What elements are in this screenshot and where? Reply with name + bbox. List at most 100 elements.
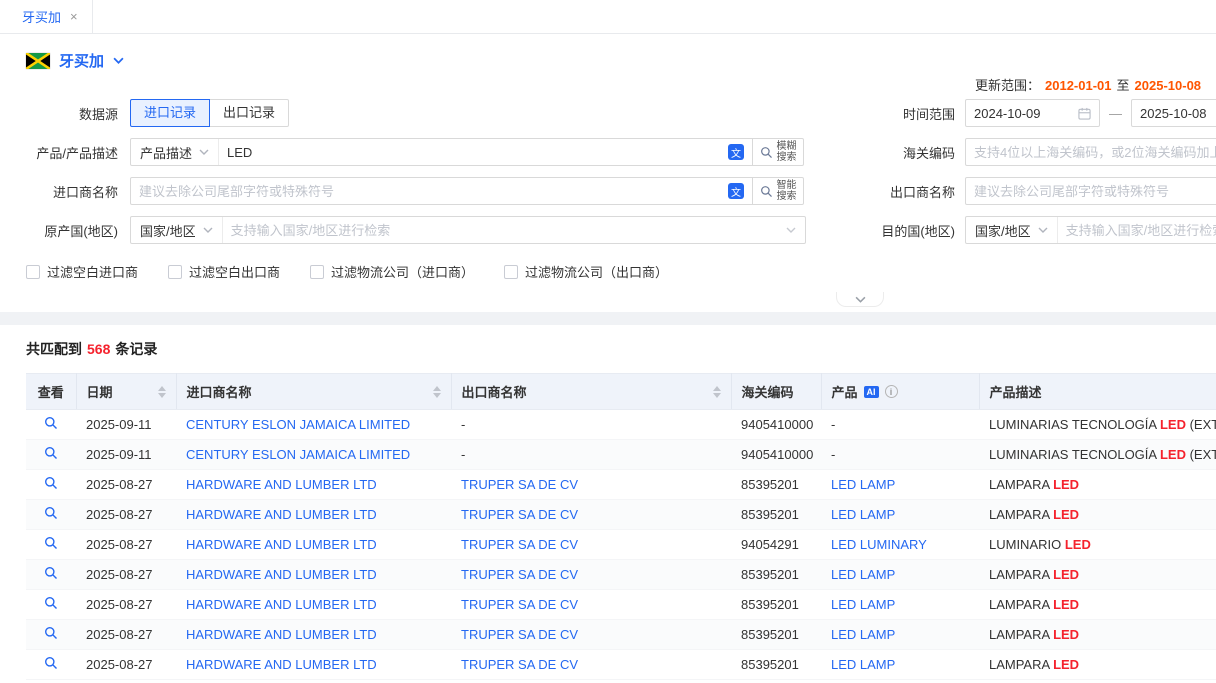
led-highlight: LED — [1160, 417, 1186, 432]
hs-code-cell: 85395201 — [731, 500, 821, 530]
table-row: 2025-08-27HARDWARE AND LUMBER LTDTRUPER … — [26, 470, 1216, 500]
magnifier-icon — [44, 478, 58, 493]
importer-link[interactable]: HARDWARE AND LUMBER LTD — [176, 470, 451, 500]
date-cell: 2025-09-11 — [76, 410, 176, 440]
data-source-label: 数据源 — [0, 104, 130, 123]
importer-link[interactable]: HARDWARE AND LUMBER LTD — [176, 650, 451, 680]
exporter-link[interactable]: TRUPER SA DE CV — [451, 590, 731, 620]
product-type-select[interactable]: 产品描述 — [131, 139, 219, 165]
checkbox-filter-logistics-exporter[interactable]: 过滤物流公司（出口商） — [504, 262, 668, 281]
ai-badge: AI — [864, 386, 879, 398]
hs-code-input[interactable] — [965, 138, 1216, 166]
date-end-input[interactable]: 2025-10-08 — [1131, 99, 1216, 127]
description-cell: LUMINARIAS TECNOLOGÍA LED (EXT — [979, 440, 1216, 470]
description-text: LUMINARIAS TECNOLOGÍA — [989, 417, 1160, 432]
view-detail-button[interactable] — [26, 410, 76, 440]
led-highlight: LED — [1053, 627, 1079, 642]
hs-code-cell: 85395201 — [731, 560, 821, 590]
importer-link[interactable]: HARDWARE AND LUMBER LTD — [176, 560, 451, 590]
view-detail-button[interactable] — [26, 470, 76, 500]
view-detail-button[interactable] — [26, 500, 76, 530]
tab-jamaica[interactable]: 牙买加 × — [8, 0, 93, 33]
table-row: 2025-08-27HARDWARE AND LUMBER LTDTRUPER … — [26, 560, 1216, 590]
collapse-panel-button[interactable] — [836, 292, 884, 307]
exporter-link[interactable]: TRUPER SA DE CV — [451, 560, 731, 590]
importer-link[interactable]: CENTURY ESLON JAMAICA LIMITED — [176, 440, 451, 470]
exporter-link[interactable]: TRUPER SA DE CV — [451, 500, 731, 530]
chevron-down-icon[interactable] — [786, 227, 805, 233]
view-detail-button[interactable] — [26, 440, 76, 470]
date-start-input[interactable]: 2024-10-09 — [965, 99, 1100, 127]
importer-link[interactable]: HARDWARE AND LUMBER LTD — [176, 620, 451, 650]
exporter-link[interactable]: TRUPER SA DE CV — [451, 650, 731, 680]
view-detail-button[interactable] — [26, 590, 76, 620]
checkbox-icon[interactable] — [504, 265, 518, 279]
led-highlight: LED — [1053, 657, 1079, 672]
date-cell: 2025-08-27 — [76, 500, 176, 530]
hs-code-cell: 85395201 — [731, 620, 821, 650]
col-importer[interactable]: 进口商名称 — [176, 374, 451, 410]
chevron-down-icon[interactable] — [113, 57, 124, 64]
view-detail-button[interactable] — [26, 650, 76, 680]
destination-country-select[interactable]: 国家/地区 — [966, 217, 1058, 243]
destination-select-value: 国家/地区 — [975, 221, 1031, 240]
search-form: 更新范围：2012-01-01至2025-10-08 数据源 进口记录 出口记录… — [0, 71, 1216, 307]
product-link[interactable]: LED LAMP — [821, 560, 979, 590]
exporter-name-input[interactable] — [965, 177, 1216, 205]
importer-name-input[interactable] — [131, 184, 728, 199]
table-row: 2025-08-27HARDWARE AND LUMBER LTDTRUPER … — [26, 650, 1216, 680]
product-link[interactable]: LED LAMP — [821, 500, 979, 530]
exporter-link[interactable]: TRUPER SA DE CV — [451, 470, 731, 500]
importer-link[interactable]: HARDWARE AND LUMBER LTD — [176, 500, 451, 530]
col-date[interactable]: 日期 — [76, 374, 176, 410]
date-separator: — — [1109, 106, 1122, 121]
importer-link[interactable]: HARDWARE AND LUMBER LTD — [176, 590, 451, 620]
date-start-value: 2024-10-09 — [974, 106, 1041, 121]
importer-link[interactable]: CENTURY ESLON JAMAICA LIMITED — [176, 410, 451, 440]
product-link[interactable]: LED LAMP — [821, 650, 979, 680]
magnifier-icon — [44, 598, 58, 613]
view-detail-button[interactable] — [26, 560, 76, 590]
product-search-input[interactable] — [219, 145, 728, 160]
product-link[interactable]: LED LUMINARY — [821, 530, 979, 560]
info-icon[interactable]: i — [885, 385, 898, 398]
checkbox-icon[interactable] — [310, 265, 324, 279]
import-records-tab[interactable]: 进口记录 — [130, 99, 210, 127]
hs-code-label: 海关编码 — [877, 143, 965, 162]
led-highlight: LED — [1053, 597, 1079, 612]
tab-close-icon[interactable]: × — [70, 10, 78, 23]
sort-icon[interactable] — [713, 386, 721, 398]
sort-icon[interactable] — [158, 386, 166, 398]
view-detail-button[interactable] — [26, 530, 76, 560]
magnifier-icon — [44, 418, 58, 433]
led-highlight: LED — [1065, 537, 1091, 552]
smart-search-button[interactable]: 智能搜索 — [752, 177, 804, 205]
product-link[interactable]: LED LAMP — [821, 620, 979, 650]
origin-country-select[interactable]: 国家/地区 — [131, 217, 223, 243]
fuzzy-search-button[interactable]: 模糊搜索 — [752, 138, 804, 166]
export-records-tab[interactable]: 出口记录 — [209, 99, 289, 127]
description-cell: LAMPARA LED — [979, 560, 1216, 590]
product-link[interactable]: LED LAMP — [821, 470, 979, 500]
exporter-link[interactable]: TRUPER SA DE CV — [451, 620, 731, 650]
destination-country-input[interactable] — [1058, 223, 1216, 238]
importer-link[interactable]: HARDWARE AND LUMBER LTD — [176, 530, 451, 560]
origin-country-input[interactable] — [223, 223, 786, 238]
view-detail-button[interactable] — [26, 620, 76, 650]
exporter-link[interactable]: TRUPER SA DE CV — [451, 530, 731, 560]
time-range-label: 时间范围 — [877, 104, 965, 123]
product-link[interactable]: LED LAMP — [821, 590, 979, 620]
translate-icon[interactable]: 文 — [728, 183, 744, 199]
col-exporter[interactable]: 出口商名称 — [451, 374, 731, 410]
description-cell: LAMPARA LED — [979, 620, 1216, 650]
description-text: (EXT — [1186, 447, 1216, 462]
chevron-down-icon — [199, 149, 209, 155]
sort-icon[interactable] — [433, 386, 441, 398]
col-hs-code: 海关编码 — [731, 374, 821, 410]
checkbox-filter-blank-importer[interactable]: 过滤空白进口商 — [26, 262, 138, 281]
checkbox-icon[interactable] — [26, 265, 40, 279]
translate-icon[interactable]: 文 — [728, 144, 744, 160]
checkbox-icon[interactable] — [168, 265, 182, 279]
checkbox-filter-logistics-importer[interactable]: 过滤物流公司（进口商） — [310, 262, 474, 281]
checkbox-filter-blank-exporter[interactable]: 过滤空白出口商 — [168, 262, 280, 281]
